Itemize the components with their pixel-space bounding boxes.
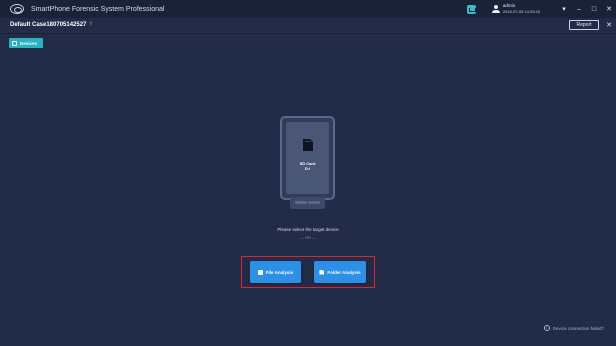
file-analysis-label: File Analysis <box>265 269 294 275</box>
title-bar: SmartPhone Forensic System Professional … <box>0 0 616 18</box>
sd-card-icon <box>303 139 313 151</box>
minimize-button[interactable]: – <box>572 0 586 18</box>
app-title: SmartPhone Forensic System Professional <box>31 5 165 13</box>
device-dock <box>290 197 325 209</box>
folder-analysis-label: Folder Analysis <box>327 269 361 275</box>
case-title: Default Case180705142527 <box>10 22 87 28</box>
case-bar: Default Case180705142527 ? Report ✕ <box>0 18 616 32</box>
menu-dropdown-button[interactable]: ▾ <box>557 0 571 18</box>
dock-slot <box>295 201 307 204</box>
device-card[interactable]: SD Card D:\ <box>280 116 335 200</box>
user-login-time: 2018-07-05 14:29:43 <box>502 9 540 14</box>
device-label: SD Card D:\ <box>286 161 329 171</box>
file-analysis-button[interactable]: File Analysis <box>250 261 301 283</box>
or-separator: — OR — <box>299 235 317 240</box>
tab-devices-label: Devices <box>20 40 38 46</box>
info-icon: i <box>543 325 550 331</box>
header-divider <box>0 33 616 34</box>
title-bar-controls: admin 2018-07-05 14:29:43 ▾ – □ ✕ <box>466 0 616 18</box>
devices-icon <box>12 40 17 46</box>
case-info-icon[interactable]: ? <box>89 22 92 28</box>
device-drive: D:\ <box>304 166 311 171</box>
dock-slot <box>308 201 320 204</box>
user-icon <box>491 5 500 13</box>
tab-devices[interactable]: Devices <box>9 38 43 48</box>
folder-analysis-button[interactable]: Folder Analysis <box>314 261 366 283</box>
close-case-button[interactable]: ✕ <box>606 21 612 29</box>
device-connection-help[interactable]: i Device connection failed? <box>543 325 604 331</box>
notification-icon[interactable] <box>466 4 476 14</box>
device-connection-text: Device connection failed? <box>552 325 604 331</box>
app-logo-icon <box>10 4 24 14</box>
select-device-prompt: Please select the target device <box>277 227 339 232</box>
user-info: admin 2018-07-05 14:29:43 <box>503 3 540 15</box>
file-icon <box>257 269 263 275</box>
maximize-button[interactable]: □ <box>587 0 601 18</box>
close-window-button[interactable]: ✕ <box>602 0 616 18</box>
report-button[interactable]: Report <box>569 20 599 30</box>
device-screen: SD Card D:\ <box>286 122 329 194</box>
folder-icon <box>319 269 325 275</box>
